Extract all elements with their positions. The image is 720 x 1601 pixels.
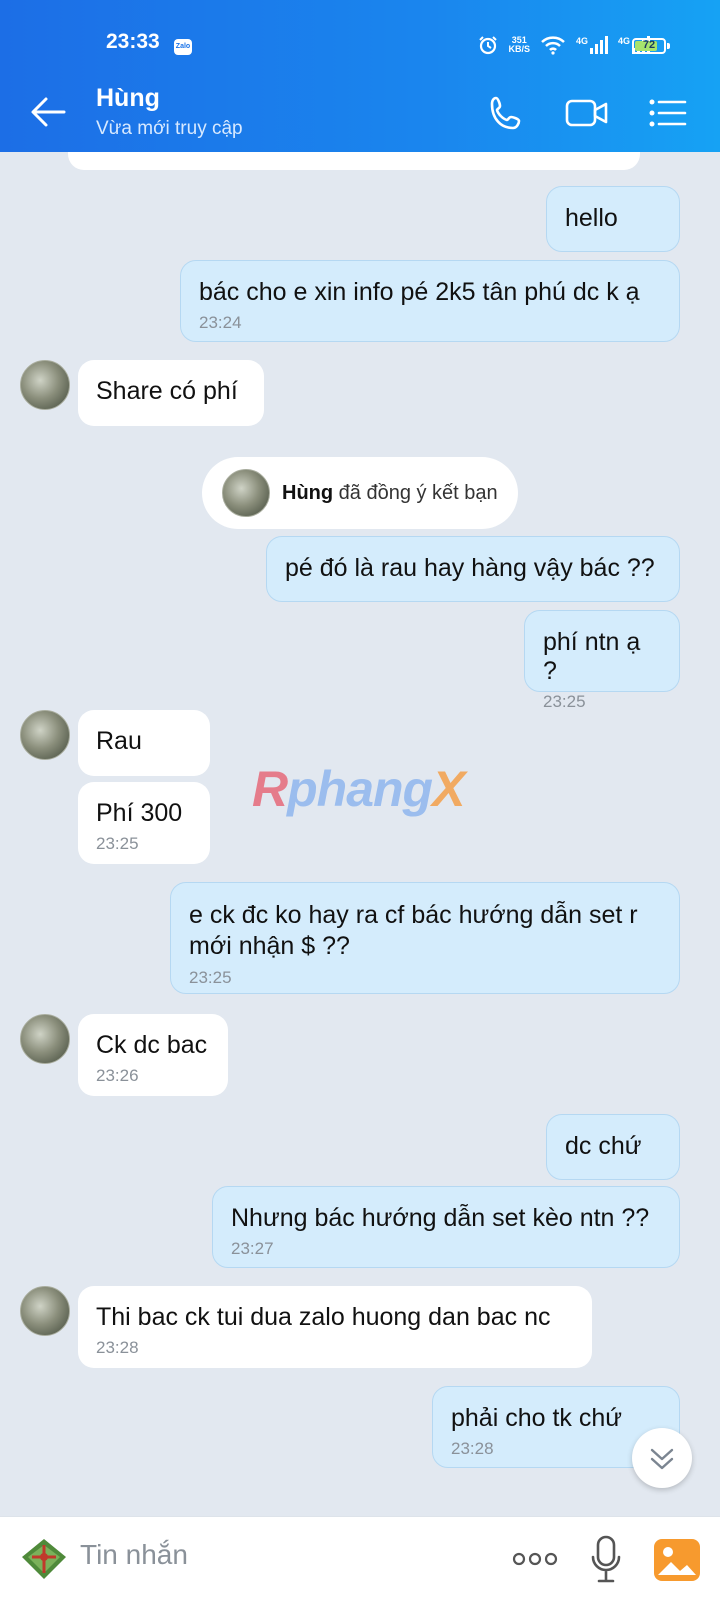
signal-icon — [589, 36, 608, 54]
zalo-notification-icon: Zalo — [174, 39, 192, 55]
notice-text: Hùng đã đồng ý kết bạn — [282, 482, 498, 505]
message-bubble[interactable]: pé đó là rau hay hàng vậy bác ?? — [266, 536, 680, 602]
chat-header: Hùng Vừa mới truy cập — [0, 72, 720, 152]
contact-status: Vừa mới truy cập — [96, 118, 243, 139]
message-text: hello — [565, 204, 618, 232]
battery-icon: 72 — [632, 38, 666, 54]
message-bubble[interactable]: dc chứ — [546, 1114, 680, 1180]
message-text: e ck đc ko hay ra cf bác hướng dẫn set r… — [189, 901, 638, 960]
message-time: 23:28 — [451, 1439, 494, 1458]
watermark-part: X — [432, 761, 465, 817]
avatar[interactable] — [20, 710, 70, 760]
wifi-icon — [541, 36, 565, 55]
message-time: 23:27 — [231, 1239, 274, 1258]
message-bubble[interactable]: Share có phí — [78, 360, 264, 426]
message-input[interactable]: Tin nhắn — [80, 1539, 188, 1571]
chevron-double-down-icon — [650, 1448, 674, 1470]
watermark-logo: RphangX — [252, 760, 465, 818]
contact-name[interactable]: Hùng — [96, 84, 160, 113]
message-text: dc chứ — [565, 1132, 642, 1160]
message-bubble[interactable]: Phí 300 23:25 — [78, 782, 210, 864]
message-bubble[interactable]: e ck đc ko hay ra cf bác hướng dẫn set r… — [170, 882, 680, 994]
message-text: Nhưng bác hướng dẫn set kèo ntn ?? — [231, 1204, 650, 1232]
video-call-icon[interactable] — [564, 92, 610, 134]
message-text: bác cho e xin info pé 2k5 tân phú dc k ạ — [199, 278, 640, 306]
image-gallery-icon[interactable] — [654, 1539, 700, 1581]
message-bubble[interactable]: Nhưng bác hướng dẫn set kèo ntn ?? 23:27 — [212, 1186, 680, 1268]
signal-2-label: 4G — [617, 36, 630, 46]
notice-action: đã đồng ý kết bạn — [333, 481, 498, 504]
menu-list-icon[interactable] — [646, 92, 688, 134]
message-time: 23:24 — [199, 313, 242, 332]
network-speed-unit: KB/S — [508, 44, 530, 54]
scroll-to-bottom-button[interactable] — [632, 1428, 692, 1488]
message-text: phí ntn ạ ? — [543, 628, 641, 685]
watermark-part: R — [252, 761, 288, 817]
status-time: 23:33 — [106, 30, 160, 53]
message-bubble[interactable]: Rau — [78, 710, 210, 776]
battery-tip — [667, 43, 670, 49]
battery-percent: 72 — [642, 39, 656, 51]
message-bubble[interactable]: Ck dc bac 23:26 — [78, 1014, 228, 1096]
status-bar: 23:33 Zalo 351 KB/S 4G 4G 72 — [0, 0, 720, 72]
message-bubble[interactable]: phí ntn ạ ? 23:25 — [524, 610, 680, 711]
avatar — [222, 469, 270, 517]
message-time: 23:25 — [96, 834, 139, 853]
message-bubble[interactable]: hello — [546, 186, 680, 252]
network-speed: 351 KB/S — [508, 36, 530, 54]
more-options-icon[interactable] — [512, 1549, 558, 1569]
message-time: 23:25 — [189, 968, 232, 987]
back-arrow-icon[interactable] — [28, 94, 68, 130]
message-time: 23:26 — [96, 1066, 139, 1085]
message-text: Share có phí — [96, 377, 238, 405]
friend-accepted-notice: Hùng đã đồng ý kết bạn — [202, 457, 518, 529]
message-bubble-partial[interactable] — [68, 152, 640, 170]
phone-call-icon[interactable] — [486, 92, 528, 134]
signal-1: 4G — [576, 36, 608, 54]
message-text: Rau — [96, 727, 142, 755]
message-text: pé đó là rau hay hàng vậy bác ?? — [285, 554, 655, 582]
avatar[interactable] — [20, 1286, 70, 1336]
message-time: 23:25 — [543, 692, 586, 711]
watermark-part: phang — [287, 761, 433, 817]
message-bubble[interactable]: bác cho e xin info pé 2k5 tân phú dc k ạ… — [180, 260, 680, 342]
status-icons: 351 KB/S 4G 4G — [478, 35, 650, 55]
microphone-icon[interactable] — [590, 1535, 622, 1585]
avatar[interactable] — [20, 1014, 70, 1064]
sticker-icon[interactable] — [18, 1535, 70, 1583]
message-text: Phí 300 — [96, 799, 183, 827]
message-input-bar: Tin nhắn — [0, 1516, 720, 1601]
signal-1-label: 4G — [575, 36, 588, 46]
message-list[interactable]: hello bác cho e xin info pé 2k5 tân phú … — [0, 152, 720, 1516]
message-text: phải cho tk chứ — [451, 1404, 622, 1432]
avatar[interactable] — [20, 360, 70, 410]
alarm-icon — [479, 36, 498, 55]
message-text: Thi bac ck tui dua zalo huong dan bac nc — [96, 1303, 551, 1331]
message-time: 23:28 — [96, 1338, 139, 1357]
message-bubble[interactable]: Thi bac ck tui dua zalo huong dan bac nc… — [78, 1286, 592, 1368]
notice-name: Hùng — [282, 481, 334, 504]
message-text: Ck dc bac — [96, 1031, 208, 1059]
